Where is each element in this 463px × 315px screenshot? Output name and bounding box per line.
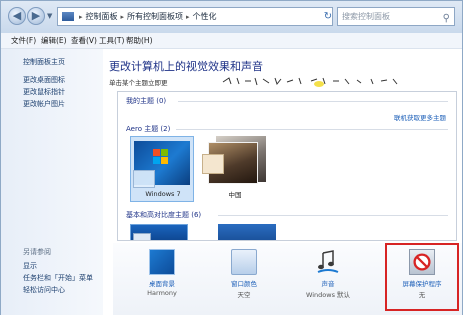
forward-button[interactable]: ▶ (27, 7, 45, 25)
group-divider (176, 129, 448, 130)
sound-icon (317, 250, 339, 273)
menu-file[interactable]: 文件(F) (11, 35, 36, 46)
theme-windows7-basic[interactable] (130, 224, 188, 240)
desktop-background-label: 桌面背景 (149, 280, 175, 288)
sounds-button[interactable]: 声音 Windows 默认 (293, 243, 363, 313)
search-placeholder: 搜索控制面板 (342, 12, 390, 21)
menu-view[interactable]: 查看(V) (71, 35, 97, 46)
windows-logo-icon (153, 149, 168, 164)
window-color-icon (231, 249, 257, 275)
link-change-account-picture[interactable]: 更改帐户图片 (23, 99, 65, 109)
breadcrumb-item[interactable]: 所有控制面板项 (127, 12, 183, 21)
illegible-description-text (222, 77, 398, 87)
menu-help[interactable]: 帮助(H) (126, 35, 153, 46)
page-description: 单击某个主题立即更 (109, 79, 168, 87)
theme-color-swatch (133, 170, 155, 188)
refresh-icon: ↻ (323, 11, 333, 22)
theme-label: 中国 (228, 191, 242, 199)
address-bar[interactable]: ▸ 控制面板 ▸ 所有控制面板项 ▸ 个性化 (57, 7, 333, 26)
theme-china[interactable]: 中国 (202, 136, 268, 202)
search-input[interactable]: 搜索控制面板 ⚲ (337, 7, 455, 26)
link-ease-of-access[interactable]: 轻松访问中心 (23, 285, 65, 295)
theme-color-swatch (133, 233, 151, 240)
refresh-button[interactable]: ↻ (321, 8, 335, 25)
menu-bar: 文件(F) 编辑(E) 查看(V) 工具(T) 帮助(H) (1, 33, 462, 49)
desktop-background-value: Harmony (147, 289, 177, 297)
group-divider (178, 101, 448, 102)
desktop-background-button[interactable]: 桌面背景 Harmony (127, 243, 197, 313)
recent-pages-dropdown[interactable]: ▼ (47, 12, 52, 20)
breadcrumb-separator: ▸ (79, 13, 83, 21)
window-color-label: 窗口颜色 (231, 280, 257, 288)
forward-arrow-icon: ▶ (31, 9, 41, 22)
menu-tools[interactable]: 工具(T) (99, 35, 124, 46)
breadcrumb-separator: ▸ (186, 13, 190, 21)
screen-saver-label: 屏幕保护程序 (402, 280, 442, 288)
menu-edit[interactable]: 编辑(E) (41, 35, 67, 46)
group-aero-themes: Aero 主题 (2) (126, 125, 171, 133)
page-title: 更改计算机上的视觉效果和声音 (109, 60, 263, 73)
sounds-value: Windows 默认 (305, 291, 351, 299)
main-content: 更改计算机上的视觉效果和声音 单击某个主题立即更 我的主题 (0) 联机获取更多… (103, 49, 462, 315)
theme-settings-strip: 桌面背景 Harmony 窗口颜色 天空 声音 Windows 默认 屏幕保护程… (113, 243, 462, 315)
cursor-highlight (314, 81, 324, 87)
left-nav-pane: 控制面板主页 更改桌面图标 更改鼠标指针 更改帐户图片 另请参阅 显示 任务栏和… (1, 49, 103, 315)
theme-windows7[interactable]: Windows 7 (130, 136, 194, 202)
sounds-label: 声音 (321, 280, 335, 288)
breadcrumb-separator: ▸ (120, 13, 125, 21)
get-more-themes-link[interactable]: 联机获取更多主题 (394, 112, 446, 122)
link-display[interactable]: 显示 (23, 261, 37, 271)
breadcrumb-item[interactable]: 控制面板 (86, 12, 118, 21)
theme-label: Windows 7 (145, 190, 181, 198)
link-taskbar-start-menu[interactable]: 任务栏和「开始」菜单 (23, 273, 93, 283)
breadcrumb-item[interactable]: 个性化 (193, 12, 217, 21)
screen-saver-button[interactable]: 屏幕保护程序 无 (387, 243, 457, 313)
back-button[interactable]: ◀ (8, 7, 26, 25)
address-toolbar: ◀ ▶ ▼ ▸ 控制面板 ▸ 所有控制面板项 ▸ 个性化 ↻ 搜索控制面板 ⚲ (1, 1, 462, 33)
see-also-heading: 另请参阅 (23, 248, 51, 256)
screen-saver-icon (409, 249, 435, 275)
group-basic-themes: 基本和高对比度主题 (6) (126, 211, 202, 219)
window-color-value: 天空 (237, 291, 251, 299)
window-color-button[interactable]: 窗口颜色 天空 (209, 243, 279, 313)
search-icon[interactable]: ⚲ (443, 10, 450, 27)
link-change-desktop-icons[interactable]: 更改桌面图标 (23, 75, 65, 85)
back-arrow-icon: ◀ (12, 9, 22, 22)
screen-saver-value: 无 (418, 291, 426, 299)
group-divider (218, 215, 448, 216)
desktop-background-icon (149, 249, 175, 275)
theme-list[interactable]: 我的主题 (0) 联机获取更多主题 Aero 主题 (2) Windows 7 (117, 91, 457, 241)
theme-color-swatch (202, 154, 224, 174)
link-control-panel-home[interactable]: 控制面板主页 (23, 57, 65, 67)
theme-windows-classic[interactable] (218, 224, 276, 240)
control-panel-icon (62, 12, 74, 21)
link-change-mouse-pointers[interactable]: 更改鼠标指针 (23, 87, 65, 97)
group-my-themes: 我的主题 (0) (126, 97, 167, 105)
personalization-window: ◀ ▶ ▼ ▸ 控制面板 ▸ 所有控制面板项 ▸ 个性化 ↻ 搜索控制面板 ⚲ 文件(F)… (0, 0, 463, 315)
